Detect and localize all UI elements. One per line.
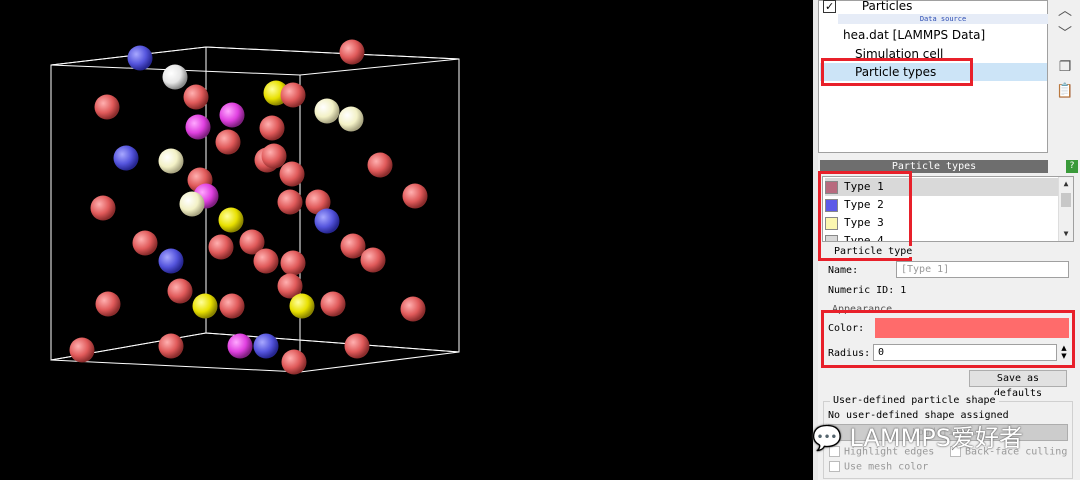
atom-type-1 bbox=[167, 278, 193, 304]
atom-type-3 bbox=[192, 293, 218, 319]
atom-type-1 bbox=[280, 250, 306, 276]
3d-viewport[interactable] bbox=[0, 0, 813, 480]
copy-icon[interactable]: ❐ bbox=[1056, 58, 1074, 76]
use-mesh-color-option[interactable]: Use mesh color bbox=[829, 461, 928, 473]
atom-type-1 bbox=[320, 291, 346, 317]
watermark-text: LAMMPS爱好者 bbox=[849, 424, 1023, 452]
atom-type-1 bbox=[215, 129, 241, 155]
atom-type-1 bbox=[158, 333, 184, 359]
option-label: Use mesh color bbox=[844, 461, 929, 473]
clipboard-icon[interactable]: 📋 bbox=[1056, 82, 1074, 100]
watermark: 💬 LAMMPS爱好者 bbox=[812, 418, 1023, 453]
atom-type-1 bbox=[281, 349, 307, 375]
group-title-user-shape: User-defined particle shape bbox=[830, 395, 999, 406]
atom-type-1 bbox=[279, 161, 305, 187]
atom-type-1 bbox=[208, 234, 234, 260]
atom-type-1 bbox=[402, 183, 428, 209]
group-title-particle-type: Particle type bbox=[832, 246, 915, 257]
atom-type-5 bbox=[227, 333, 253, 359]
atom-type-1 bbox=[280, 82, 306, 108]
atom-type-4 bbox=[314, 98, 340, 124]
atom-type-1 bbox=[339, 39, 365, 65]
checkbox[interactable] bbox=[829, 461, 840, 472]
atom-type-1 bbox=[259, 115, 285, 141]
atom-type-5 bbox=[219, 102, 245, 128]
numeric-id: Numeric ID: 1 bbox=[828, 285, 907, 296]
tree-item-particles[interactable]: Particles bbox=[823, 0, 913, 16]
highlight-box-appearance bbox=[821, 310, 1075, 368]
atom-type-2 bbox=[127, 45, 153, 71]
types-scrollbar[interactable]: ▲ ▼ bbox=[1058, 177, 1073, 241]
atom-type-1 bbox=[183, 84, 209, 110]
atom-type-3 bbox=[289, 293, 315, 319]
atom-type-1 bbox=[94, 94, 120, 120]
atom-type-1 bbox=[261, 143, 287, 169]
chevron-up-icon[interactable]: ︿ bbox=[1056, 2, 1074, 20]
tree-item-label: Particles bbox=[861, 0, 913, 13]
atom-type-3 bbox=[218, 207, 244, 233]
name-input[interactable]: [Type 1] bbox=[896, 261, 1069, 278]
atom-type-1 bbox=[95, 291, 121, 317]
atom-type-1 bbox=[90, 195, 116, 221]
atom-type-1 bbox=[400, 296, 426, 322]
atom-type-4 bbox=[338, 106, 364, 132]
atom-type-1 bbox=[253, 248, 279, 274]
atom-type-1 bbox=[69, 337, 95, 363]
atom-type-1 bbox=[132, 230, 158, 256]
atom-type-4 bbox=[158, 148, 184, 174]
atom-type-5 bbox=[185, 114, 211, 140]
atom-type-4 bbox=[162, 64, 188, 90]
atom-type-1 bbox=[367, 152, 393, 178]
atom-type-2 bbox=[314, 208, 340, 234]
tree-item-hea-dat[interactable]: hea.dat [LAMMPS Data] bbox=[843, 26, 985, 44]
atom-type-1 bbox=[344, 333, 370, 359]
section-tag-data-source: Data source bbox=[838, 14, 1048, 24]
highlight-box-particle-types-item bbox=[821, 58, 973, 86]
particles-checkbox[interactable] bbox=[823, 0, 836, 16]
atom-type-2 bbox=[158, 248, 184, 274]
atom-type-2 bbox=[113, 145, 139, 171]
chevron-down-icon[interactable]: ﹀ bbox=[1056, 25, 1074, 43]
name-label: Name: bbox=[828, 265, 859, 276]
tree-item-label: hea.dat [LAMMPS Data] bbox=[843, 28, 986, 42]
atom-type-4 bbox=[179, 191, 205, 217]
scroll-down-icon[interactable]: ▼ bbox=[1059, 229, 1073, 238]
save-as-defaults-button[interactable]: Save as defaults bbox=[969, 370, 1067, 399]
atom-type-1 bbox=[360, 247, 386, 273]
scroll-thumb[interactable] bbox=[1061, 193, 1071, 207]
atoms-group bbox=[69, 39, 428, 375]
simulation-scene bbox=[50, 39, 460, 375]
wechat-icon: 💬 bbox=[812, 424, 842, 452]
scroll-up-icon[interactable]: ▲ bbox=[1059, 179, 1073, 188]
atom-type-1 bbox=[219, 293, 245, 319]
help-icon[interactable]: ? bbox=[1066, 160, 1078, 173]
atom-type-2 bbox=[253, 333, 279, 359]
atom-type-1 bbox=[277, 189, 303, 215]
